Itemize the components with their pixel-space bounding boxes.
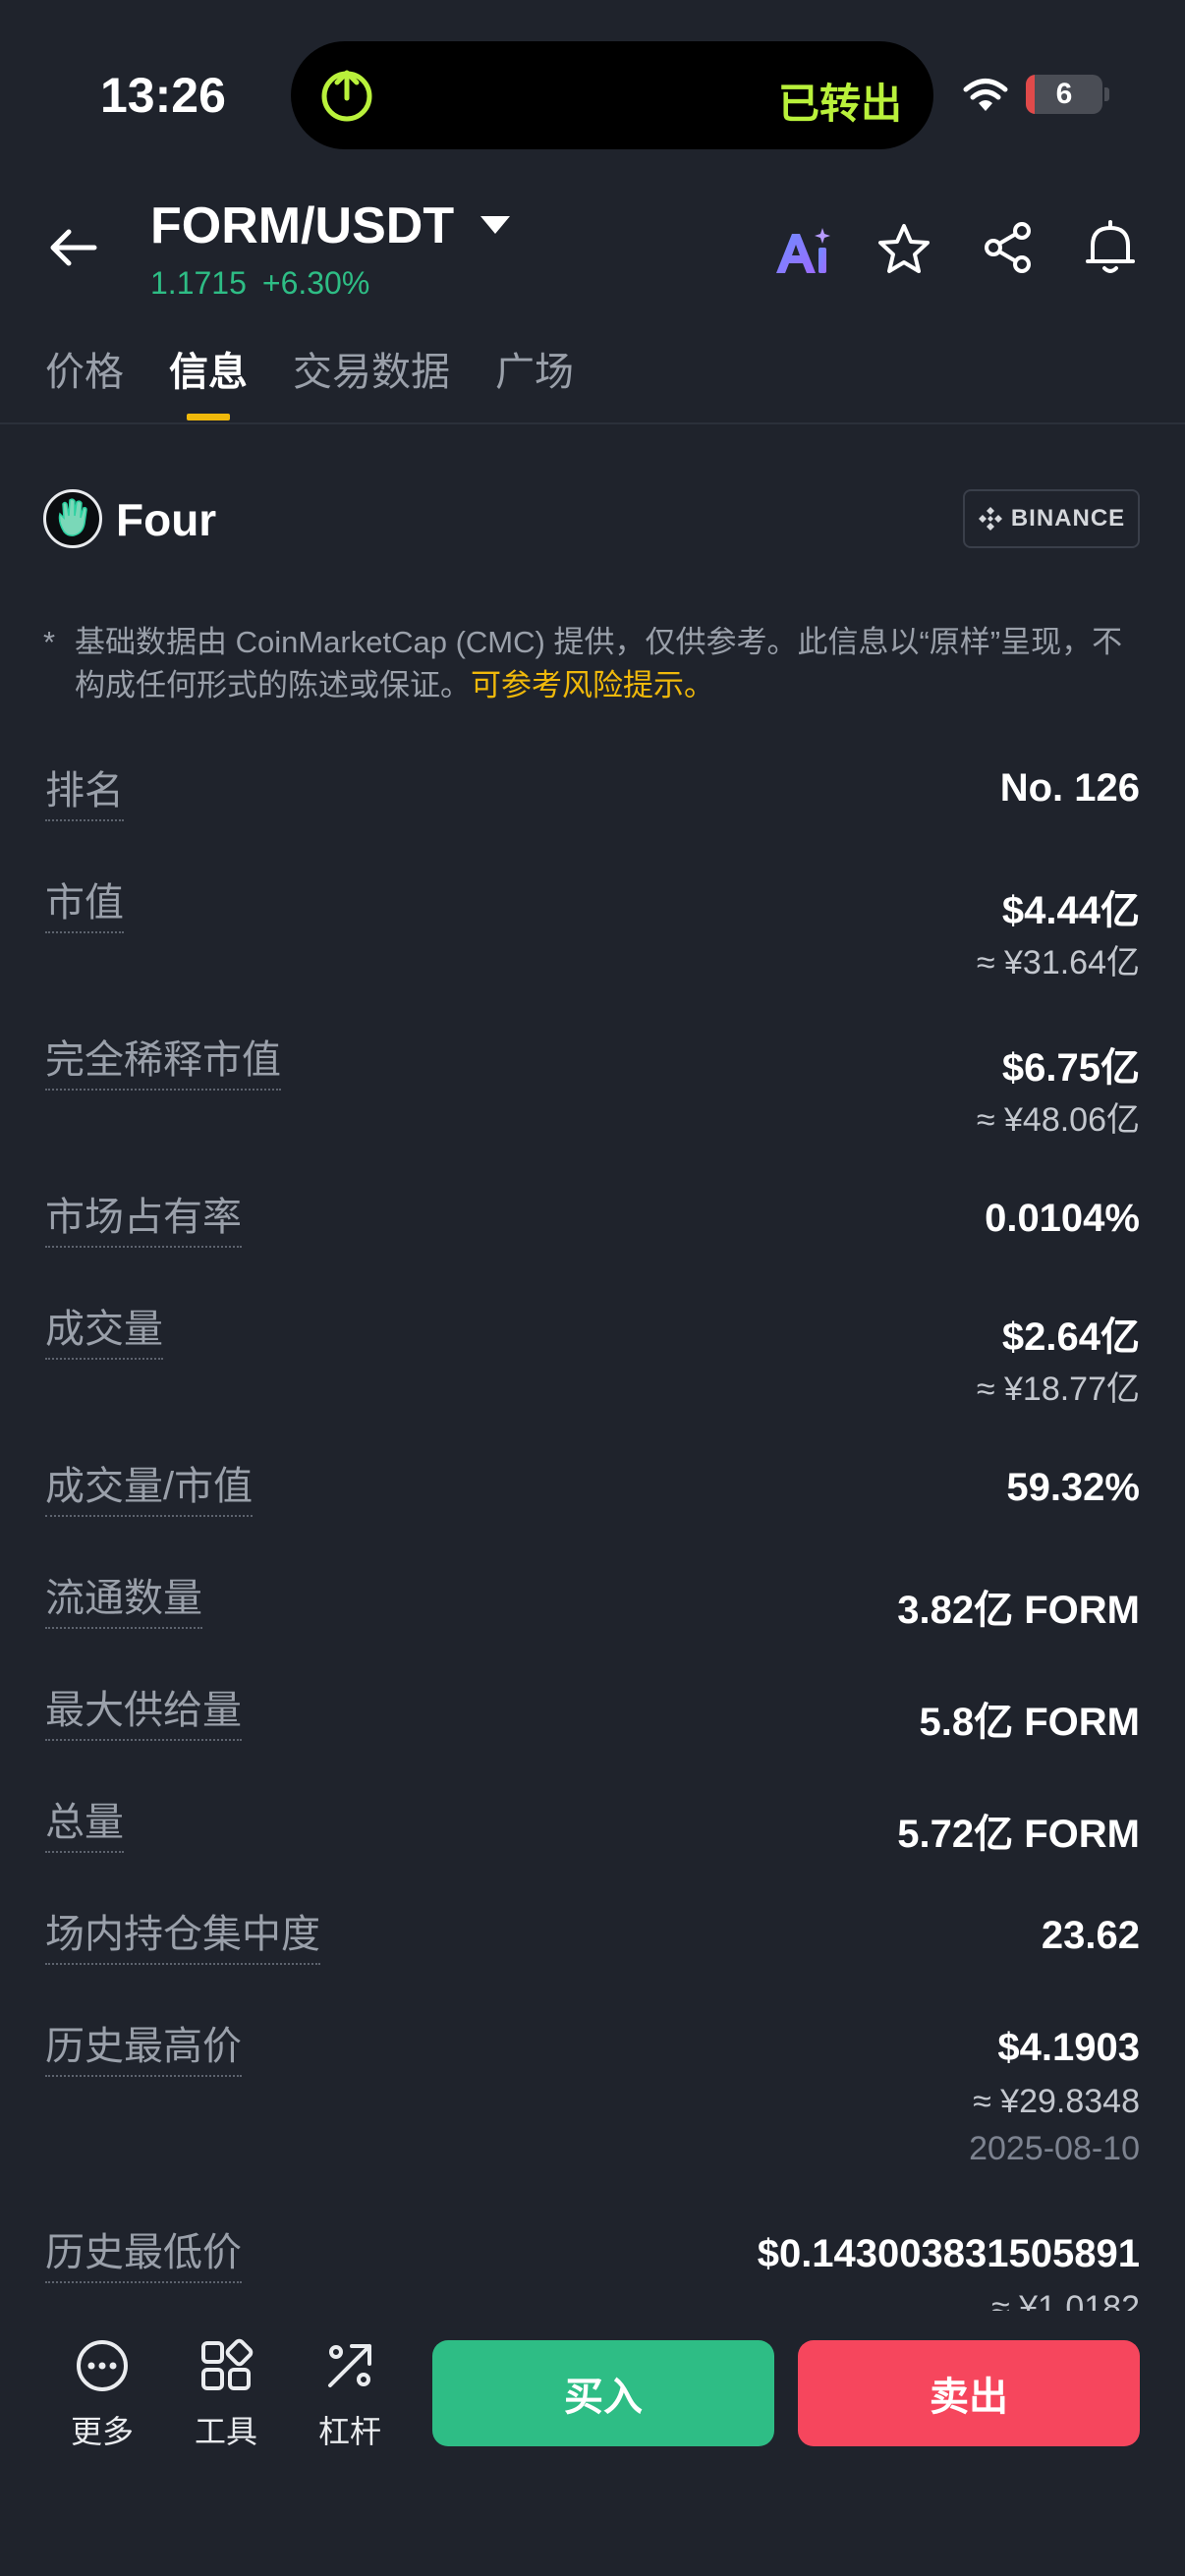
- data-disclaimer: * 基础数据由 CoinMarketCap (CMC) 提供，仅供参考。此信息以…: [43, 621, 1144, 707]
- battery-indicator: 6: [1026, 75, 1102, 114]
- status-time: 13:26: [100, 68, 226, 123]
- stat-volume-mcap-value: 59.32%: [1006, 1466, 1140, 1509]
- wifi-icon: [963, 79, 1008, 111]
- exchange-badge: BINANCE: [963, 489, 1140, 548]
- app-screen: 13:26 已转出 6 FORM/USDT 1.1715 +6.30% 价格 信…: [0, 0, 1185, 2576]
- stat-max-supply-label[interactable]: 最大供给量: [45, 1678, 242, 1741]
- share-icon[interactable]: [981, 220, 1036, 275]
- more-icon: [77, 2340, 128, 2391]
- battery-tip: [1104, 87, 1109, 101]
- stat-market-cap-cny: ≈ ¥31.64亿: [976, 944, 1140, 981]
- tab-price[interactable]: 价格: [45, 340, 124, 419]
- stat-volume-value: $2.64亿: [1001, 1316, 1140, 1359]
- stat-concentration-value: 23.62: [1041, 1914, 1140, 1957]
- stat-ath-cny: ≈ ¥29.8348: [973, 2083, 1140, 2120]
- stat-market-cap-value: $4.44亿: [1001, 889, 1140, 932]
- battery-level: 6: [1055, 78, 1073, 110]
- risk-warning-link[interactable]: 可参考风险提示。: [471, 668, 714, 702]
- stat-fdv-value: $6.75亿: [1001, 1046, 1140, 1090]
- stat-circulating-label[interactable]: 流通数量: [45, 1566, 202, 1629]
- stat-market-share-value: 0.0104%: [985, 1197, 1140, 1240]
- exchange-badge-text: BINANCE: [1010, 505, 1126, 532]
- coin-logo: [43, 489, 102, 548]
- tab-square[interactable]: 广场: [495, 340, 574, 419]
- nav-tools-label: 工具: [194, 2414, 257, 2449]
- binance-logo-icon: [978, 507, 1002, 531]
- tab-info[interactable]: 信息: [169, 340, 248, 419]
- stat-market-cap-label[interactable]: 市值: [45, 870, 124, 933]
- tab-trading-data[interactable]: 交易数据: [293, 340, 450, 419]
- upload-circle-icon: [321, 70, 372, 122]
- stat-max-supply-value: 5.8亿 FORM: [919, 1701, 1140, 1744]
- island-status-text: 已转出: [778, 81, 903, 127]
- stat-concentration-label[interactable]: 场内持仓集中度: [45, 1902, 320, 1965]
- tools-icon: [201, 2338, 254, 2390]
- tab-divider: [0, 422, 1185, 424]
- star-icon[interactable]: [876, 222, 931, 277]
- price-summary: 1.1715 +6.30%: [150, 265, 369, 302]
- tab-bar: 价格 信息 交易数据 广场: [45, 340, 574, 419]
- status-bar: 13:26 已转出 6: [0, 0, 1185, 187]
- stat-fdv-cny: ≈ ¥48.06亿: [976, 1101, 1140, 1139]
- stat-atl-value: $0.143003831505891: [757, 2232, 1140, 2275]
- back-arrow-icon[interactable]: [45, 220, 100, 275]
- leverage-icon: [328, 2344, 371, 2387]
- coin-name: Four: [116, 494, 217, 545]
- stat-total-supply-value: 5.72亿 FORM: [897, 1813, 1140, 1856]
- stat-ath-date: 2025-08-10: [969, 2130, 1140, 2167]
- stat-volume-label[interactable]: 成交量: [45, 1297, 163, 1360]
- hand-icon: [58, 498, 87, 536]
- price-change: +6.30%: [261, 265, 370, 301]
- last-price: 1.1715: [150, 265, 247, 301]
- bell-icon[interactable]: [1083, 218, 1138, 277]
- disclaimer-asterisk: *: [43, 625, 56, 659]
- nav-more[interactable]: 更多: [53, 2338, 151, 2452]
- trading-pair-title[interactable]: FORM/USDT: [150, 196, 454, 255]
- buy-button[interactable]: 买入: [432, 2340, 774, 2446]
- ai-icon[interactable]: [774, 226, 831, 277]
- stat-market-share-label[interactable]: 市场占有率: [45, 1185, 242, 1248]
- stat-volume-mcap-label[interactable]: 成交量/市值: [45, 1454, 254, 1517]
- chevron-down-icon[interactable]: [479, 214, 512, 236]
- stat-fdv-label[interactable]: 完全稀释市值: [45, 1028, 281, 1091]
- nav-leverage-label: 杠杆: [317, 2414, 381, 2449]
- stat-rank-label[interactable]: 排名: [45, 758, 124, 821]
- stat-total-supply-label[interactable]: 总量: [45, 1790, 124, 1853]
- nav-more-label: 更多: [70, 2414, 134, 2449]
- stat-ath-label[interactable]: 历史最高价: [45, 2014, 242, 2077]
- stat-ath-value: $4.1903: [997, 2026, 1140, 2069]
- sell-button[interactable]: 卖出: [798, 2340, 1140, 2446]
- stat-circulating-value: 3.82亿 FORM: [897, 1589, 1140, 1632]
- nav-leverage[interactable]: 杠杆: [301, 2338, 399, 2452]
- nav-tools[interactable]: 工具: [177, 2338, 275, 2452]
- stat-rank-value: No. 126: [999, 766, 1140, 810]
- stat-volume-cny: ≈ ¥18.77亿: [976, 1371, 1140, 1408]
- stat-atl-label[interactable]: 历史最低价: [45, 2220, 242, 2283]
